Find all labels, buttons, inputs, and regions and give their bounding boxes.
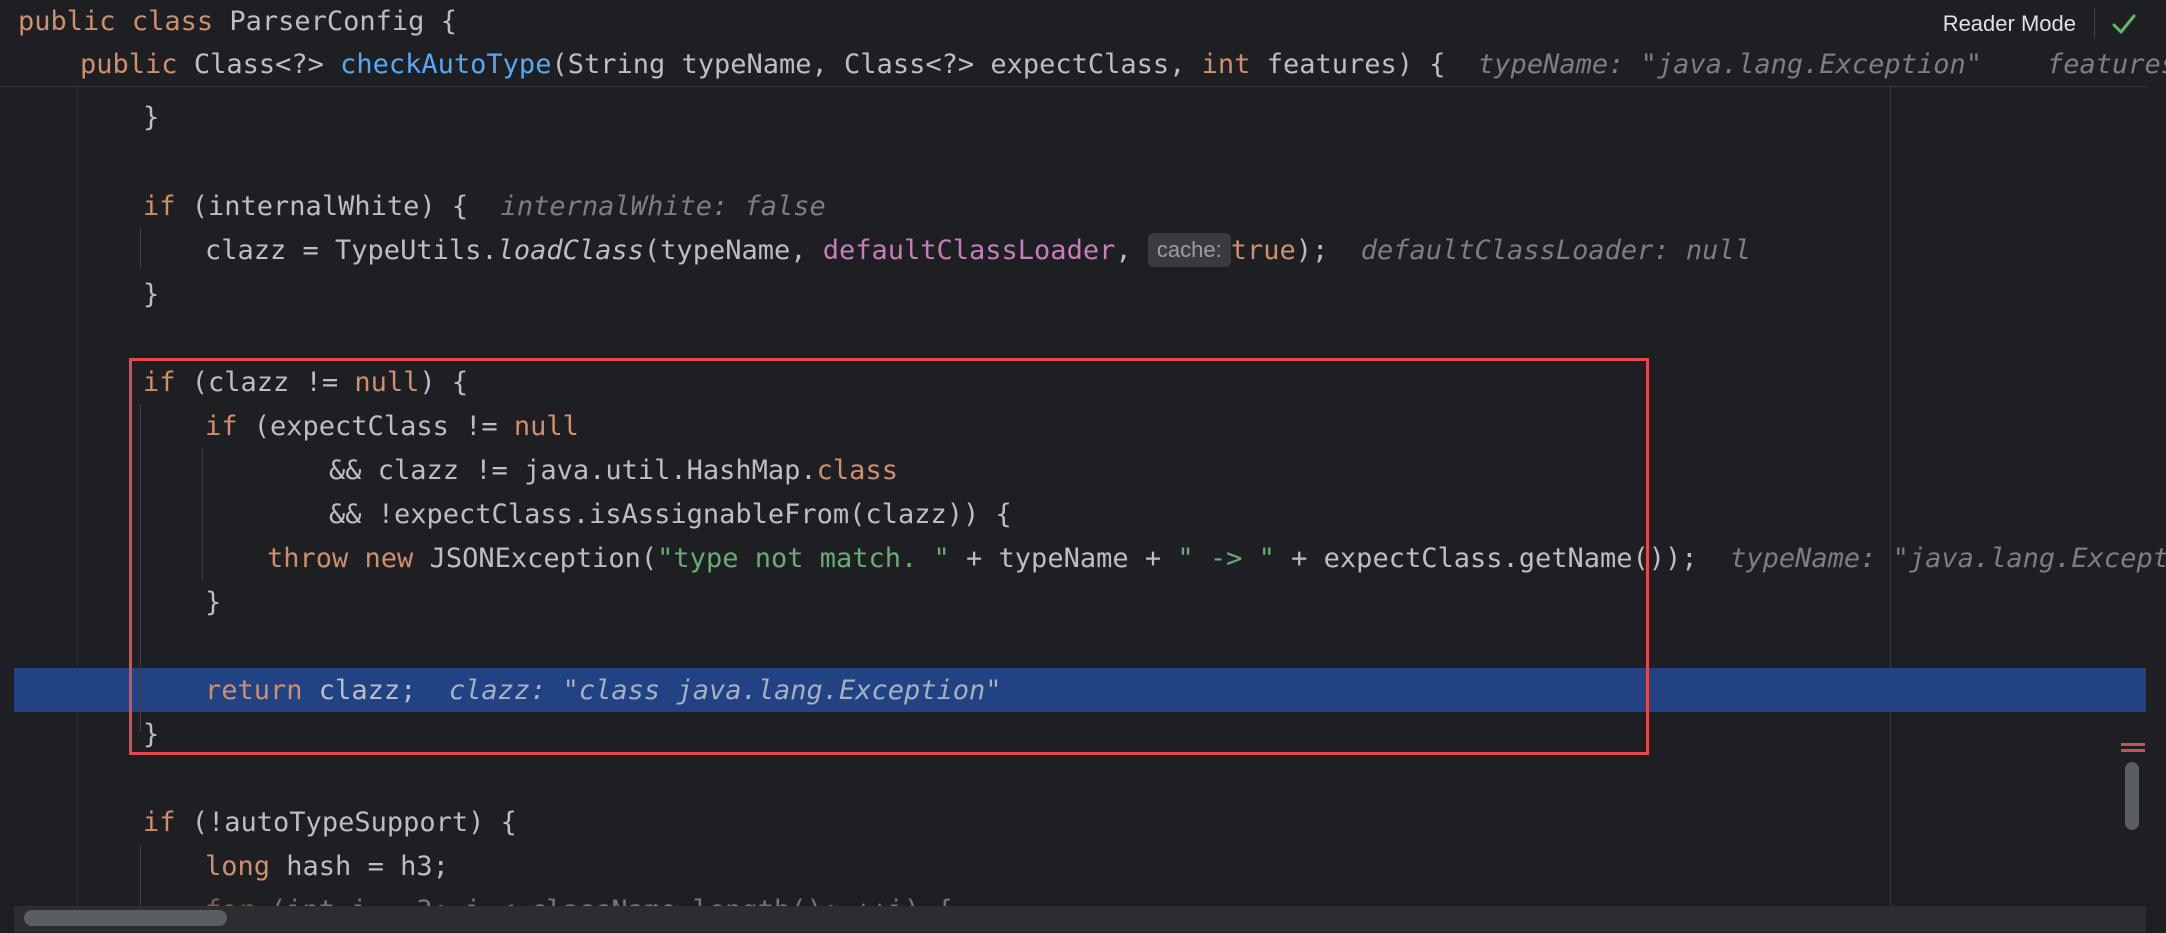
parameter-hint-chip: cache:	[1147, 232, 1231, 267]
reader-mode-button[interactable]: Reader Mode	[1943, 6, 2076, 42]
params: features) {	[1250, 49, 1446, 80]
right-margin-guide	[1890, 86, 1891, 906]
error-stripe-marker[interactable]	[2121, 743, 2145, 746]
sticky-class-line[interactable]: public class ParserConfig {	[18, 0, 457, 44]
inline-debug-hint: features: 1	[2047, 49, 2166, 80]
keyword: if	[143, 191, 176, 222]
keyword: class	[131, 6, 214, 37]
sticky-method-line[interactable]: public Class<?> checkAutoType(String typ…	[80, 43, 2166, 87]
highlight-annotation-box	[129, 358, 1649, 755]
code-text: hash = h3;	[270, 851, 449, 882]
inline-debug-hint: typeName: "java.lang.Exception	[1730, 543, 2166, 574]
code-line[interactable]: if (!autoTypeSupport) {	[143, 801, 517, 845]
field-name: defaultClassLoader	[822, 235, 1116, 266]
brace: {	[440, 6, 457, 37]
error-stripe-marker[interactable]	[2121, 749, 2145, 752]
horizontal-scrollbar[interactable]	[14, 906, 2146, 932]
indent-guide	[140, 226, 141, 270]
class-name: ParserConfig	[229, 6, 425, 37]
code-line[interactable]: long hash = h3;	[205, 845, 449, 889]
toolbar-separator	[2094, 8, 2095, 38]
return-type: Class<?>	[193, 49, 324, 80]
code-text: (typeName,	[643, 235, 823, 266]
code-text: ,	[1115, 235, 1148, 266]
keyword: public	[80, 49, 178, 80]
code-line[interactable]: }	[143, 273, 159, 317]
method-name: checkAutoType	[340, 49, 552, 80]
code-line[interactable]: clazz = TypeUtils.loadClass(typeName, de…	[205, 229, 1751, 273]
code-text: clazz = TypeUtils.	[205, 235, 498, 266]
horizontal-scrollbar-thumb[interactable]	[24, 910, 227, 926]
sticky-method-header[interactable]: public class ParserConfig { public Class…	[0, 0, 2166, 87]
inline-debug-hint: internalWhite: false	[500, 191, 826, 222]
code-text: (!autoTypeSupport) {	[175, 807, 517, 838]
checkmark-icon[interactable]	[2110, 10, 2138, 38]
inline-debug-hint: defaultClassLoader: null	[1360, 235, 1751, 266]
code-line[interactable]: if (internalWhite) { internalWhite: fals…	[143, 185, 826, 229]
vertical-scrollbar-thumb[interactable]	[2125, 762, 2139, 830]
code-line[interactable]: }	[143, 96, 159, 140]
keyword: public	[18, 6, 116, 37]
method-name: loadClass	[497, 235, 644, 266]
indent-guide	[140, 846, 141, 906]
keyword: true	[1230, 235, 1296, 266]
keyword: long	[205, 851, 271, 882]
code-text: (internalWhite) {	[175, 191, 469, 222]
gutter-divider	[77, 86, 78, 906]
inline-debug-hint: typeName: "java.lang.Exception"	[1478, 49, 1982, 80]
code-text: );	[1295, 235, 1329, 266]
keyword: if	[143, 807, 176, 838]
keyword: int	[1201, 49, 1251, 80]
params: (String typeName, Class<?> expectClass,	[551, 49, 1202, 80]
